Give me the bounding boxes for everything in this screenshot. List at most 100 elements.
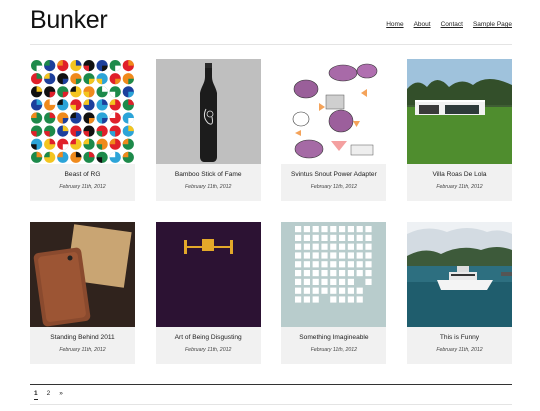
post-title[interactable]: Bamboo Stick of Fame — [156, 171, 261, 178]
grid-square — [356, 234, 364, 241]
modern-villa-image — [407, 59, 512, 164]
grid-square — [321, 234, 328, 241]
grid-square — [356, 261, 364, 268]
post-title[interactable]: Svintus Snout Power Adapter — [281, 171, 386, 178]
grid-square — [365, 243, 372, 250]
grid-square — [330, 261, 337, 268]
grid-square — [321, 226, 328, 233]
grid-square — [365, 226, 372, 233]
grid-square — [304, 287, 311, 294]
post-card[interactable]: This is Funny February 11th, 2012 — [407, 222, 512, 364]
grid-square — [348, 234, 355, 241]
post-title[interactable]: This is Funny — [407, 334, 512, 341]
post-title[interactable]: Villa Roas De Lola — [407, 171, 512, 178]
grid-square — [304, 234, 311, 241]
boat-harbor-image — [407, 222, 512, 327]
grid-square — [348, 296, 355, 303]
grid-square — [348, 243, 355, 250]
grid-square — [295, 287, 302, 294]
grid-square — [304, 261, 311, 268]
post-card[interactable]: Villa Roas De Lola February 11th, 2012 — [407, 59, 512, 201]
nav-item-contact[interactable]: Contact — [441, 21, 463, 28]
grid-square — [339, 252, 346, 259]
grid-square — [304, 252, 311, 259]
grid-square — [330, 252, 337, 259]
post-card[interactable]: Bamboo Stick of Fame February 11th, 2012 — [155, 59, 261, 201]
pig-sketches-image — [281, 59, 387, 164]
grid-square — [312, 226, 320, 233]
grid-square — [312, 287, 320, 294]
grid-square — [295, 296, 302, 303]
grid-square — [339, 261, 346, 268]
grid-square — [330, 270, 337, 277]
next-page-link[interactable]: » — [59, 390, 63, 400]
grid-square — [339, 270, 346, 277]
grid-square — [295, 252, 302, 259]
grid-square — [295, 278, 302, 285]
black-bottle-image — [155, 59, 261, 164]
grid-square — [339, 243, 346, 250]
grid-square — [312, 296, 320, 303]
grid-square — [312, 252, 320, 259]
grid-square — [321, 243, 328, 250]
grid-square — [356, 296, 364, 303]
grid-square — [365, 261, 372, 268]
post-card[interactable]: Svintus Snout Power Adapter February 11t… — [281, 59, 387, 201]
post-thumbnail-modern-villa[interactable] — [407, 59, 512, 164]
grid-square — [365, 252, 372, 259]
grid-square — [339, 278, 346, 285]
grid-square — [356, 270, 364, 277]
post-card[interactable]: Beast of RG February 11th, 2012 — [30, 59, 135, 201]
grid-square — [356, 252, 364, 259]
post-thumbnail-pattern-circles[interactable] — [30, 59, 135, 164]
grid-square — [339, 296, 346, 303]
grid-square — [304, 270, 311, 277]
post-thumbnail-pig-sketches[interactable] — [281, 59, 387, 164]
post-card[interactable]: Art of Being Disgusting February 11th, 2… — [155, 222, 261, 364]
grid-square — [365, 278, 372, 285]
grid-square — [339, 234, 346, 241]
footer-divider — [30, 404, 512, 405]
grid-square — [312, 243, 320, 250]
post-card[interactable]: Something Imagineable February 11th, 201… — [281, 222, 387, 364]
purple-poster-image — [155, 222, 261, 327]
page-link-1[interactable]: 1 — [34, 390, 38, 400]
post-title[interactable]: Standing Behind 2011 — [30, 334, 135, 341]
site-logo[interactable]: Bunker — [30, 6, 108, 35]
grid-square — [330, 234, 337, 241]
nav-item-home[interactable]: Home — [386, 21, 403, 28]
grid-square — [356, 243, 364, 250]
grid-square — [330, 287, 337, 294]
grid-square — [330, 226, 337, 233]
grid-square — [348, 252, 355, 259]
post-title[interactable]: Beast of RG — [30, 171, 135, 178]
post-card[interactable]: Standing Behind 2011 February 11th, 2012 — [30, 222, 135, 364]
post-date: February 11th, 2012 — [59, 184, 106, 190]
grid-square — [304, 278, 311, 285]
grid-square — [348, 278, 355, 285]
post-date: February 11th, 2012 — [185, 347, 232, 353]
grid-square — [295, 243, 302, 250]
grid-square — [339, 287, 346, 294]
post-thumbnail-square-grid[interactable] — [281, 222, 387, 327]
nav-item-about[interactable]: About — [414, 21, 431, 28]
pagination: 1 2 » — [34, 390, 63, 400]
grid-square — [295, 234, 302, 241]
post-title[interactable]: Art of Being Disgusting — [156, 334, 261, 341]
grid-square — [321, 278, 328, 285]
grid-square — [312, 278, 320, 285]
post-date: February 11th, 2012 — [310, 184, 358, 190]
post-thumbnail-wooden-phone[interactable] — [30, 222, 135, 327]
nav-item-sample-page[interactable]: Sample Page — [473, 21, 512, 28]
grid-square — [295, 261, 302, 268]
grid-square — [348, 226, 355, 233]
grid-square — [330, 296, 337, 303]
grid-square — [339, 226, 346, 233]
post-thumbnail-purple-poster[interactable] — [155, 222, 261, 327]
page-link-2[interactable]: 2 — [47, 390, 51, 400]
post-thumbnail-black-bottle[interactable] — [155, 59, 261, 164]
post-thumbnail-boat-harbor[interactable] — [407, 222, 512, 327]
grid-square — [321, 252, 328, 259]
grid-square — [330, 278, 337, 285]
post-title[interactable]: Something Imagineable — [281, 334, 386, 341]
